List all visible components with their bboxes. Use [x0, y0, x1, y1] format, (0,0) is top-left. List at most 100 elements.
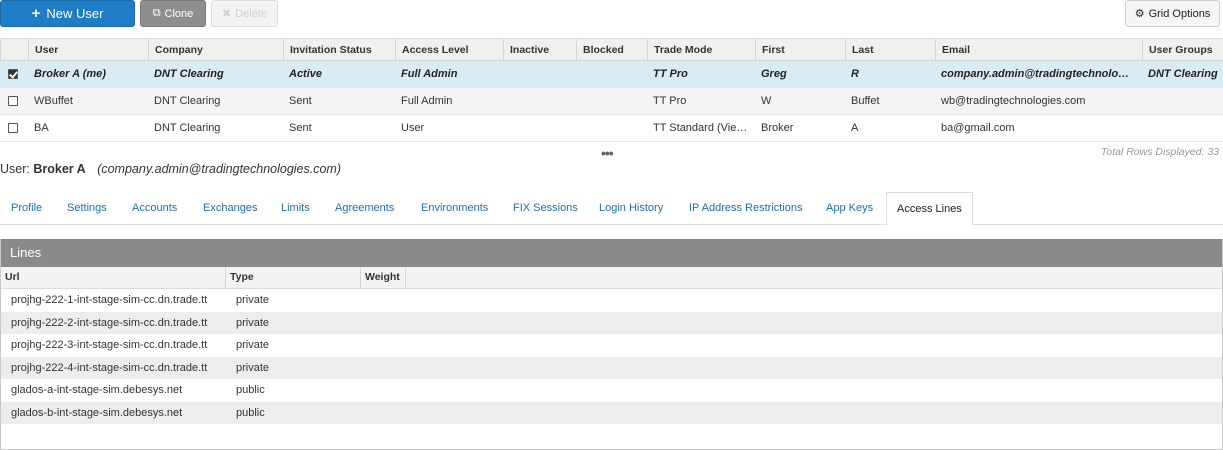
users-grid: User Company Invitation Status Access Le…: [0, 38, 1223, 142]
table-row[interactable]: BA DNT Clearing Sent User TT Standard (V…: [0, 115, 1223, 142]
cell-url: glados-b-int-stage-sim.debesys.net: [11, 406, 183, 419]
cell-last: Buffet: [851, 95, 880, 107]
cell-url: projhg-222-1-int-stage-sim-cc.dn.trade.t…: [11, 294, 208, 306]
table-row[interactable]: projhg-222-4-int-stage-sim-cc.dn.trade.t…: [1, 356, 1222, 379]
column-header-last[interactable]: Last: [845, 39, 935, 61]
cell-last: A: [851, 122, 859, 134]
rows-displayed-count: Total Rows Displayed: 33: [1100, 146, 1219, 158]
cell-status: Sent: [289, 122, 312, 134]
tab-fix-sessions[interactable]: FIX Sessions: [513, 192, 578, 225]
cell-email: wb@tradingtechnologies.com: [941, 95, 1086, 107]
cell-url: glados-a-int-stage-sim.debesys.net: [11, 384, 183, 396]
lines-table-header: Url Type Weight: [1, 267, 1222, 289]
tab-exchanges[interactable]: Exchanges: [203, 192, 257, 225]
column-header-type[interactable]: Type: [226, 267, 361, 289]
tab-environments[interactable]: Environments: [421, 192, 488, 225]
cell-access-level: User: [401, 122, 425, 134]
row-checkbox[interactable]: [8, 69, 18, 79]
table-row[interactable]: projhg-222-3-int-stage-sim-cc.dn.trade.t…: [1, 334, 1222, 357]
table-row[interactable]: Broker A (me) DNT Clearing Active Full A…: [0, 61, 1223, 88]
column-header-blocked[interactable]: Blocked: [576, 39, 647, 61]
column-header-weight[interactable]: Weight: [361, 267, 406, 289]
clone-button[interactable]: ⧉ Clone: [140, 0, 206, 27]
cell-user: BA: [34, 122, 49, 134]
cell-company: DNT Clearing: [154, 95, 221, 107]
tab-ip-address-restrictions[interactable]: IP Address Restrictions: [689, 192, 803, 225]
selected-user-label: User: Broker A (company.admin@tradingtec…: [0, 162, 341, 176]
cell-url: projhg-222-4-int-stage-sim-cc.dn.trade.t…: [11, 361, 208, 374]
cell-trade-mode: TT Pro: [653, 68, 688, 80]
tab-limits[interactable]: Limits: [281, 192, 310, 225]
column-header-user-groups[interactable]: User Groups: [1142, 39, 1223, 61]
user-label-prefix: User:: [0, 162, 30, 176]
cell-user: WBuffet: [34, 95, 73, 107]
select-column-header[interactable]: [0, 39, 28, 61]
lines-panel-title: Lines: [1, 239, 1222, 267]
cell-first: Greg: [761, 68, 787, 80]
cell-type: private: [236, 339, 270, 351]
cell-type: private: [236, 294, 270, 306]
cell-url: projhg-222-3-int-stage-sim-cc.dn.trade.t…: [11, 339, 208, 351]
cell-email: company.admin@tradingtechnolo…: [941, 68, 1130, 80]
tab-login-history[interactable]: Login History: [599, 192, 663, 225]
tab-settings[interactable]: Settings: [67, 192, 107, 225]
selected-user-email: (company.admin@tradingtechnologies.com): [97, 162, 342, 176]
cell-company: DNT Clearing: [154, 122, 221, 134]
table-row[interactable]: glados-a-int-stage-sim.debesys.net publi…: [1, 379, 1222, 402]
column-header-access-level[interactable]: Access Level: [395, 39, 503, 61]
cell-type: public: [236, 384, 265, 396]
new-user-label: New User: [46, 6, 104, 21]
table-row[interactable]: projhg-222-2-int-stage-sim-cc.dn.trade.t…: [1, 311, 1222, 334]
cell-user: Broker A (me): [34, 68, 106, 80]
column-header-inactive[interactable]: Inactive: [503, 39, 576, 61]
cell-type: public: [236, 406, 265, 419]
grid-header: User Company Invitation Status Access Le…: [0, 38, 1223, 61]
cell-company: DNT Clearing: [154, 68, 224, 80]
cell-url: projhg-222-2-int-stage-sim-cc.dn.trade.t…: [11, 316, 208, 329]
cell-first: Broker: [761, 122, 794, 134]
cell-access-level: Full Admin: [401, 68, 458, 80]
new-user-button[interactable]: + New User: [0, 0, 135, 27]
column-header-user[interactable]: User: [28, 39, 148, 61]
plus-icon: +: [31, 5, 41, 22]
tab-access-lines[interactable]: Access Lines: [886, 192, 973, 226]
column-header-trade-mode[interactable]: Trade Mode: [647, 39, 755, 61]
column-header-url[interactable]: Url: [1, 267, 226, 289]
column-header-first[interactable]: First: [755, 39, 845, 61]
detail-tabs: Profile Settings Accounts Exchanges Limi…: [0, 192, 1223, 226]
cell-trade-mode: TT Standard (Vie…: [653, 122, 748, 134]
resize-handle-icon[interactable]: •••: [601, 145, 614, 161]
cell-last: R: [851, 68, 859, 80]
grid-options-button[interactable]: ⚙ Grid Options: [1125, 0, 1220, 27]
table-row[interactable]: WBuffet DNT Clearing Sent Full Admin TT …: [0, 88, 1223, 115]
clone-label: Clone: [164, 7, 194, 20]
row-checkbox[interactable]: [8, 123, 18, 133]
lines-panel: Lines Url Type Weight projhg-222-1-int-s…: [0, 239, 1223, 450]
table-row[interactable]: glados-b-int-stage-sim.debesys.net publi…: [1, 401, 1222, 424]
cell-email: ba@gmail.com: [941, 122, 1015, 134]
tab-profile[interactable]: Profile: [11, 192, 42, 225]
grid-options-label: Grid Options: [1148, 7, 1211, 20]
tab-app-keys[interactable]: App Keys: [826, 192, 873, 225]
delete-label: Delete: [235, 7, 267, 20]
tab-accounts[interactable]: Accounts: [132, 192, 177, 225]
cell-first: W: [761, 95, 772, 107]
column-header-email[interactable]: Email: [935, 39, 1142, 61]
cell-type: private: [236, 361, 270, 374]
column-header-invitation-status[interactable]: Invitation Status: [283, 39, 395, 61]
tab-agreements[interactable]: Agreements: [335, 192, 394, 225]
delete-button[interactable]: ✖ Delete: [211, 0, 278, 27]
close-icon: ✖: [221, 8, 232, 20]
cell-type: private: [236, 316, 270, 329]
column-header-company[interactable]: Company: [148, 39, 283, 61]
cell-access-level: Full Admin: [401, 95, 453, 107]
cell-trade-mode: TT Pro: [653, 95, 687, 107]
cell-user-groups: DNT Clearing: [1148, 68, 1218, 80]
copy-icon: ⧉: [152, 7, 161, 19]
cell-status: Active: [289, 68, 323, 80]
gear-icon: ⚙: [1134, 8, 1145, 20]
table-row[interactable]: projhg-222-1-int-stage-sim-cc.dn.trade.t…: [1, 289, 1222, 312]
toolbar: + New User ⧉ Clone ✖ Delete ⚙ Grid Optio…: [0, 0, 1223, 30]
row-checkbox[interactable]: [8, 96, 18, 106]
cell-status: Sent: [289, 95, 312, 107]
